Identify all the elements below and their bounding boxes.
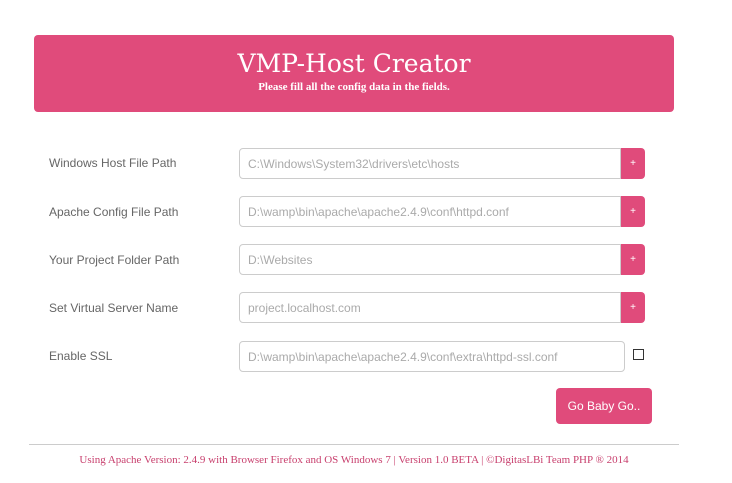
apache-config-file-path-browse-button[interactable]: + <box>621 196 645 227</box>
page-subtitle: Please fill all the config data in the f… <box>258 81 450 93</box>
apache-config-file-path-input[interactable] <box>240 197 620 226</box>
enable-ssl-checkbox[interactable] <box>633 349 644 360</box>
virtual-server-name-add-button[interactable]: + <box>621 292 645 323</box>
page-title: VMP-Host Creator <box>237 49 471 78</box>
virtual-server-name-label: Set Virtual Server Name <box>49 301 179 315</box>
ssl-config-path-input[interactable] <box>240 342 624 371</box>
windows-host-file-path-field-wrapper <box>239 148 621 179</box>
project-folder-path-label: Your Project Folder Path <box>49 253 180 267</box>
apache-config-file-path-label: Apache Config File Path <box>49 205 179 219</box>
footer-divider <box>29 444 679 445</box>
enable-ssl-label: Enable SSL <box>49 349 113 363</box>
apache-config-file-path-field-wrapper <box>239 196 621 227</box>
windows-host-file-path-input[interactable] <box>240 149 620 178</box>
virtual-server-name-field-wrapper <box>239 292 621 323</box>
ssl-config-path-field-wrapper <box>239 341 625 372</box>
project-folder-path-field-wrapper <box>239 244 621 275</box>
windows-host-file-path-browse-button[interactable]: + <box>621 148 645 179</box>
windows-host-file-path-label: Windows Host File Path <box>49 156 177 170</box>
project-folder-path-browse-button[interactable]: + <box>621 244 645 275</box>
go-submit-button[interactable]: Go Baby Go.. <box>556 388 652 424</box>
virtual-server-name-input[interactable] <box>240 293 620 322</box>
footer-info: Using Apache Version: 2.4.9 with Browser… <box>79 454 629 466</box>
project-folder-path-input[interactable] <box>240 245 620 274</box>
app-header: VMP-Host Creator Please fill all the con… <box>34 35 674 112</box>
